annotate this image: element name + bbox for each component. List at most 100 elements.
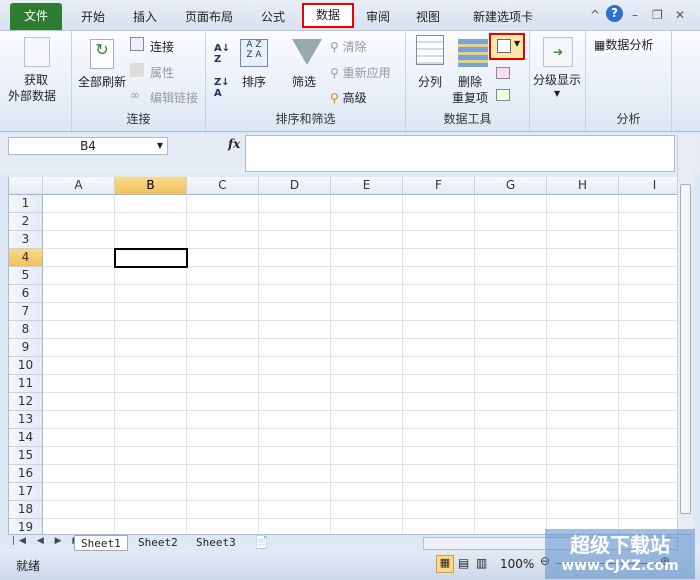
cell-E17[interactable] — [331, 483, 403, 501]
text-to-columns-button[interactable]: 分列 — [418, 73, 442, 90]
filter-button[interactable]: 筛选 — [292, 73, 316, 90]
cell-A2[interactable] — [43, 213, 115, 231]
cell-A6[interactable] — [43, 285, 115, 303]
column-header[interactable]: B — [115, 177, 187, 195]
cell-C17[interactable] — [187, 483, 259, 501]
cell-C3[interactable] — [187, 231, 259, 249]
column-header[interactable]: D — [259, 177, 331, 195]
cell-A17[interactable] — [43, 483, 115, 501]
tab-view[interactable]: 视图 — [410, 6, 446, 30]
cell-H13[interactable] — [547, 411, 619, 429]
sort-button[interactable]: 排序 — [242, 73, 266, 90]
cell-C12[interactable] — [187, 393, 259, 411]
clear-button[interactable]: ⚲ 清除 — [330, 38, 367, 55]
cell-H6[interactable] — [547, 285, 619, 303]
cell-G18[interactable] — [475, 501, 547, 519]
tab-insert[interactable]: 插入 — [122, 6, 168, 30]
cell-H14[interactable] — [547, 429, 619, 447]
row-header[interactable]: 2 — [9, 213, 43, 231]
column-header[interactable]: F — [403, 177, 475, 195]
cell-I5[interactable] — [619, 267, 677, 285]
cell-G16[interactable] — [475, 465, 547, 483]
cell-F12[interactable] — [403, 393, 475, 411]
insert-function-icon[interactable]: fx — [228, 137, 240, 151]
get-external-line1[interactable]: 获取 — [24, 71, 48, 88]
tab-data[interactable]: 数据 — [302, 3, 354, 28]
cell-B14[interactable] — [115, 429, 187, 447]
cell-E19[interactable] — [331, 519, 403, 534]
cell-E12[interactable] — [331, 393, 403, 411]
cell-G7[interactable] — [475, 303, 547, 321]
cell-I1[interactable] — [619, 195, 677, 213]
outline-dropdown-icon[interactable]: ▼ — [554, 89, 560, 98]
cell-E9[interactable] — [331, 339, 403, 357]
cell-H2[interactable] — [547, 213, 619, 231]
cell-F5[interactable] — [403, 267, 475, 285]
cell-I8[interactable] — [619, 321, 677, 339]
row-header[interactable]: 7 — [9, 303, 43, 321]
row-header[interactable]: 6 — [9, 285, 43, 303]
cell-B18[interactable] — [115, 501, 187, 519]
cell-B1[interactable] — [115, 195, 187, 213]
cell-C15[interactable] — [187, 447, 259, 465]
cell-I17[interactable] — [619, 483, 677, 501]
cell-A13[interactable] — [43, 411, 115, 429]
zoom-level[interactable]: 100% — [500, 557, 534, 571]
minimize-icon[interactable]: – — [632, 8, 638, 22]
tab-page-layout[interactable]: 页面布局 — [178, 6, 240, 30]
column-header[interactable]: A — [43, 177, 115, 195]
cell-B15[interactable] — [115, 447, 187, 465]
row-header[interactable]: 9 — [9, 339, 43, 357]
row-header[interactable]: 15 — [9, 447, 43, 465]
cell-C5[interactable] — [187, 267, 259, 285]
cell-G10[interactable] — [475, 357, 547, 375]
cell-E16[interactable] — [331, 465, 403, 483]
cell-C19[interactable] — [187, 519, 259, 534]
cell-G14[interactable] — [475, 429, 547, 447]
cell-D8[interactable] — [259, 321, 331, 339]
cell-H18[interactable] — [547, 501, 619, 519]
row-header[interactable]: 16 — [9, 465, 43, 483]
cell-F19[interactable] — [403, 519, 475, 534]
help-icon[interactable]: ? — [606, 5, 623, 22]
name-box-dropdown-icon[interactable]: ▼ — [157, 138, 163, 154]
cell-H16[interactable] — [547, 465, 619, 483]
sort-desc-icon[interactable]: Z↓ A — [214, 77, 230, 99]
cell-D12[interactable] — [259, 393, 331, 411]
cell-F4[interactable] — [403, 249, 475, 267]
cell-E5[interactable] — [331, 267, 403, 285]
cell-A14[interactable] — [43, 429, 115, 447]
cell-B13[interactable] — [115, 411, 187, 429]
cell-B19[interactable] — [115, 519, 187, 534]
cell-B5[interactable] — [115, 267, 187, 285]
column-header[interactable]: C — [187, 177, 259, 195]
cell-I11[interactable] — [619, 375, 677, 393]
cell-D13[interactable] — [259, 411, 331, 429]
active-cell-cursor[interactable] — [114, 248, 188, 268]
refresh-all-button[interactable]: 全部刷新 — [78, 73, 126, 90]
cell-G5[interactable] — [475, 267, 547, 285]
cell-A5[interactable] — [43, 267, 115, 285]
cell-C4[interactable] — [187, 249, 259, 267]
cell-E2[interactable] — [331, 213, 403, 231]
name-box[interactable]: B4 ▼ — [8, 137, 168, 155]
cell-F13[interactable] — [403, 411, 475, 429]
cell-C16[interactable] — [187, 465, 259, 483]
formula-input[interactable] — [245, 135, 675, 172]
properties-button[interactable]: 属性 — [150, 64, 174, 81]
data-analysis-button[interactable]: ▦数据分析 — [594, 36, 653, 53]
row-header[interactable]: 8 — [9, 321, 43, 339]
cell-G11[interactable] — [475, 375, 547, 393]
get-external-line2[interactable]: 外部数据 — [8, 87, 56, 104]
cell-E6[interactable] — [331, 285, 403, 303]
cell-I10[interactable] — [619, 357, 677, 375]
cell-F18[interactable] — [403, 501, 475, 519]
cell-F8[interactable] — [403, 321, 475, 339]
cell-H8[interactable] — [547, 321, 619, 339]
cell-E8[interactable] — [331, 321, 403, 339]
advanced-button[interactable]: ⚲ 高级 — [330, 89, 367, 106]
row-header[interactable]: 5 — [9, 267, 43, 285]
cell-F3[interactable] — [403, 231, 475, 249]
row-header[interactable]: 14 — [9, 429, 43, 447]
edit-links-button[interactable]: 编辑链接 — [150, 89, 198, 106]
